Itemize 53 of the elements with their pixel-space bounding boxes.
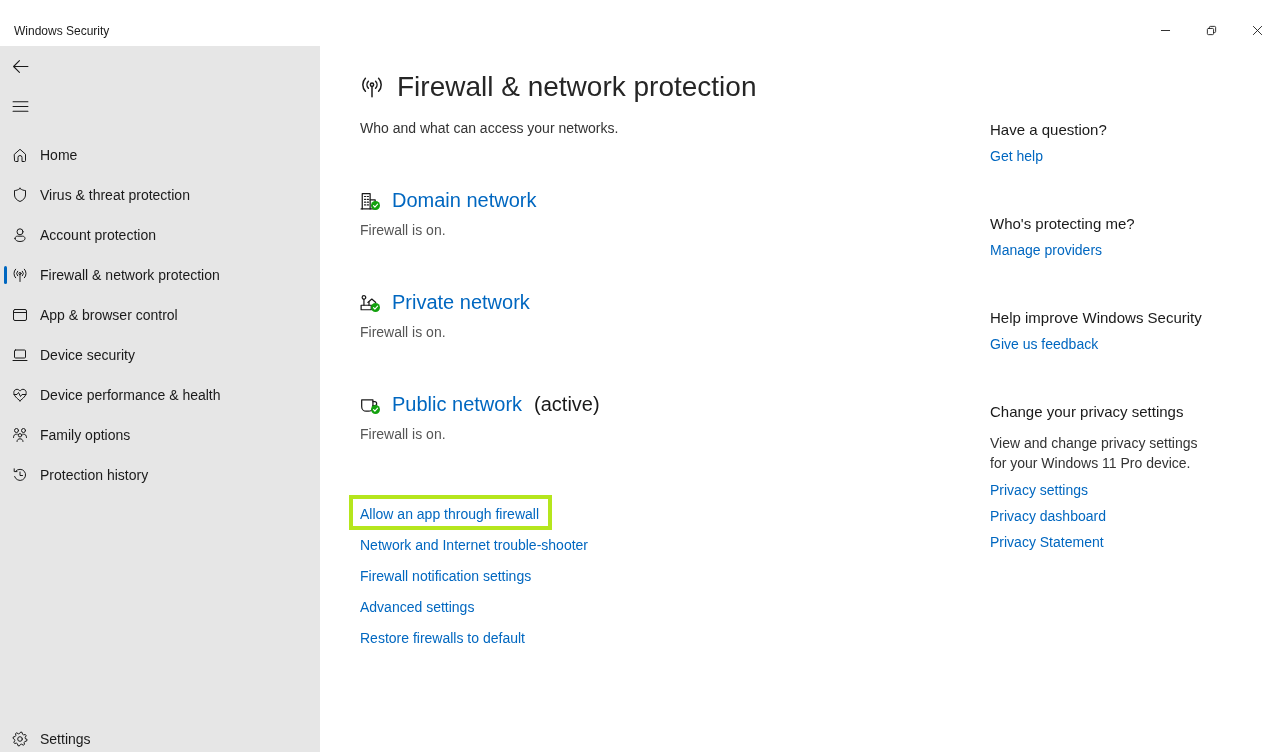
sidebar-item[interactable]: Virus & threat protection [0,175,320,215]
section-heading: Help improve Windows Security [990,308,1202,328]
sidebar-item[interactable]: Device security [0,335,320,375]
help-link[interactable]: Manage providers [990,240,1103,260]
shield-icon [12,187,28,203]
cup-icon [360,396,378,415]
antenna-icon [360,75,384,99]
history-icon [12,467,28,483]
network-status: Firewall is on. [360,323,446,342]
building-icon [360,192,378,211]
sidebar-item[interactable]: Account protection [0,215,320,255]
window-icon [12,307,28,323]
help-link[interactable]: Privacy settings [990,480,1089,500]
sidebar-item[interactable]: Firewall & network protection [0,255,320,295]
network-link[interactable]: Domain network [392,186,537,214]
sidebar-item[interactable]: App & browser control [0,295,320,335]
page-title: Firewall & network protection [397,70,757,104]
network-status: Firewall is on. [360,425,446,444]
people-icon [12,427,28,443]
arrow-left-icon [11,57,29,75]
settings-icon [12,731,28,747]
firewall-link[interactable]: Restore firewalls to default [360,628,525,648]
firewall-link[interactable]: Firewall notification settings [360,566,532,586]
laptop-icon [12,347,28,363]
sidebar-item[interactable]: Family options [0,415,320,455]
network-link[interactable]: Public network [392,390,523,418]
network-link[interactable]: Private network [392,288,530,316]
settings-item[interactable]: Settings [0,726,320,752]
section-heading: Change your privacy settings [990,402,1184,422]
restore-icon [1205,24,1217,36]
antenna-icon [12,267,28,283]
network-active-label: (active) [534,392,600,417]
network-status: Firewall is on. [360,221,446,240]
firewall-link[interactable]: Network and Internet trouble-shooter [360,535,588,555]
sidebar-item[interactable]: Device performance & health [0,375,320,415]
firewall-link[interactable]: Allow an app through firewall [349,495,552,530]
close-icon [1251,24,1263,36]
heart-pulse-icon [12,387,28,403]
section-heading: Who's protecting me? [990,214,1135,234]
section-description: View and change privacy settings for your Windows 11 Pro device. [990,434,1199,473]
firewall-link[interactable]: Advanced settings [360,597,475,617]
sidebar-item[interactable]: Protection history [0,455,320,495]
page-subtitle: Who and what can access your networks. [360,119,619,138]
help-link[interactable]: Give us feedback [990,334,1099,354]
help-link[interactable]: Get help [990,146,1043,166]
home-icon [12,147,28,163]
section-heading: Have a question? [990,120,1107,140]
window-title: Windows Security [13,23,110,40]
person-icon [12,227,28,243]
help-link[interactable]: Privacy Statement [990,532,1104,552]
sidebar-item[interactable]: Home [0,135,320,175]
router-icon [360,294,378,313]
help-link[interactable]: Privacy dashboard [990,506,1106,526]
